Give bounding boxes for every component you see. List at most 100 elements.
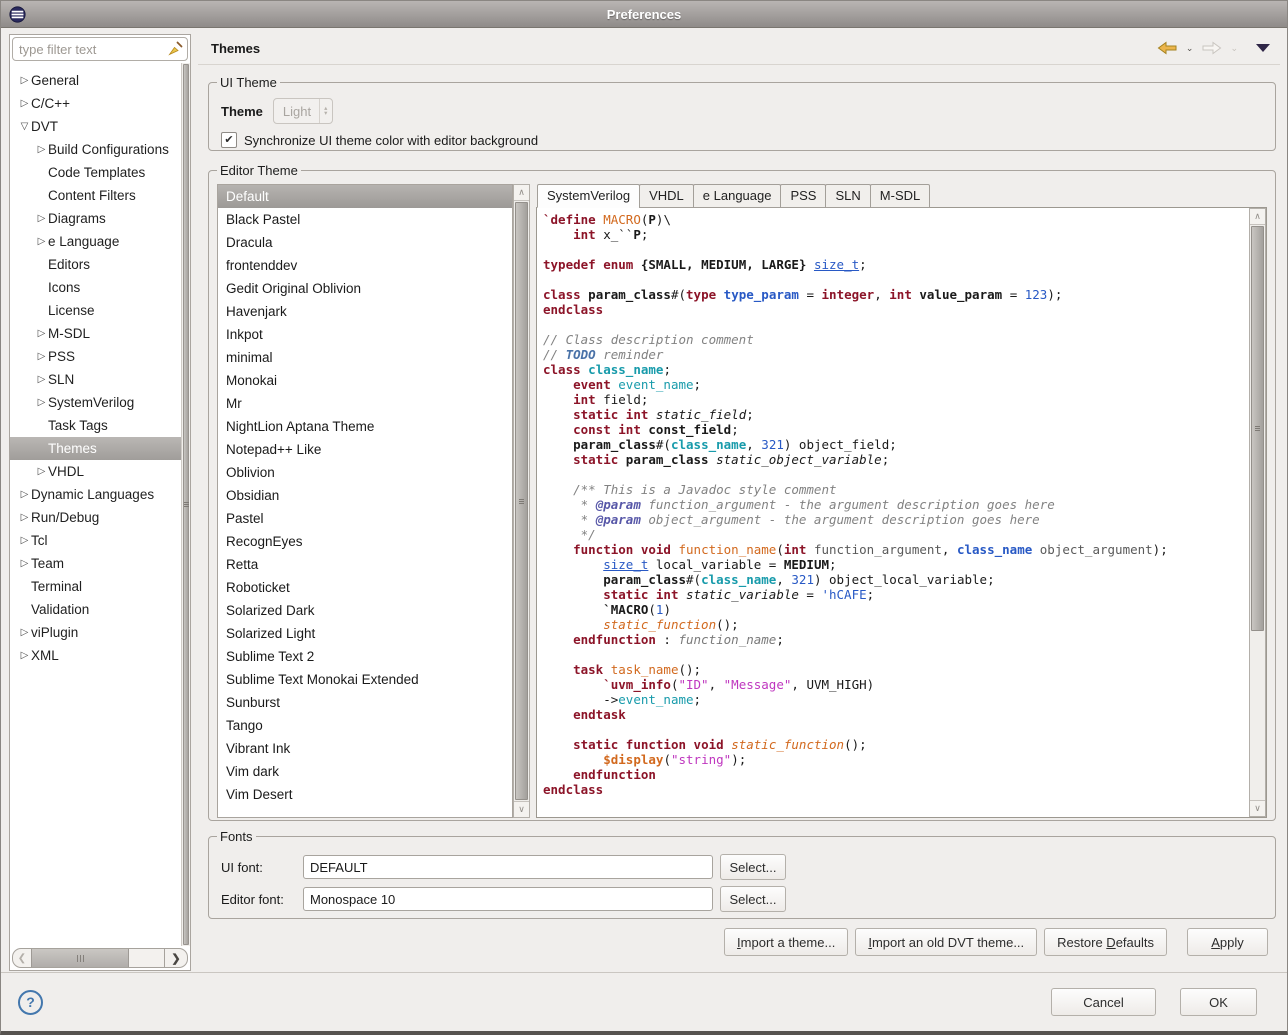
theme-list-item[interactable]: minimal [218,346,512,369]
tree-item-dvt[interactable]: ▽DVT [10,115,181,138]
tree-item-vhdl[interactable]: ▷VHDL [10,460,181,483]
theme-list-item[interactable]: frontenddev [218,254,512,277]
tree-item-e-language[interactable]: ▷e Language [10,230,181,253]
theme-list-item[interactable]: Black Pastel [218,208,512,231]
ui-font-select-button[interactable]: Select... [720,854,786,880]
tree-horizontal-scrollbar[interactable]: ❮ ❯ [12,948,188,968]
scroll-right-icon[interactable]: ❯ [164,949,187,967]
tree-vertical-scrollbar-thumb[interactable] [183,64,189,945]
clear-filter-icon[interactable] [167,41,183,57]
theme-list-item[interactable]: Gedit Original Oblivion [218,277,512,300]
tree-collapsed-icon[interactable]: ▷ [18,98,31,109]
cancel-button[interactable]: Cancel [1051,988,1156,1016]
tree-item-team[interactable]: ▷Team [10,552,181,575]
tree-item-sln[interactable]: ▷SLN [10,368,181,391]
theme-list-item[interactable]: Vim Desert [218,783,512,806]
tree-vertical-scrollbar[interactable] [181,63,190,946]
tab-e-language[interactable]: e Language [693,184,782,208]
back-history-dropdown-icon[interactable]: ⌄ [1186,44,1194,53]
tree-collapsed-icon[interactable]: ▷ [35,397,48,408]
restore-defaults-button[interactable]: Restore Defaults [1044,928,1167,956]
tree-item-dynamic-languages[interactable]: ▷Dynamic Languages [10,483,181,506]
scroll-up-icon[interactable]: ∧ [514,185,529,201]
import-old-dvt-theme-button[interactable]: Import an old DVT theme... [855,928,1037,956]
tree-item-pss[interactable]: ▷PSS [10,345,181,368]
theme-list-item[interactable]: Sunburst [218,691,512,714]
theme-list-item[interactable]: Tango [218,714,512,737]
editor-font-input[interactable] [303,887,713,911]
theme-list-item[interactable]: Inkpot [218,323,512,346]
theme-list-scrollbar[interactable]: ∧ ∨ [513,184,530,818]
tree-collapsed-icon[interactable]: ▷ [18,75,31,86]
editor-font-select-button[interactable]: Select... [720,886,786,912]
tree-item-license[interactable]: License [10,299,181,322]
tab-m-sdl[interactable]: M-SDL [870,184,930,208]
forward-history-dropdown-icon[interactable]: ⌄ [1230,44,1238,53]
help-icon[interactable]: ? [18,990,43,1015]
theme-list-item[interactable]: Pastel [218,507,512,530]
tree-item-task-tags[interactable]: Task Tags [10,414,181,437]
tab-pss[interactable]: PSS [780,184,826,208]
theme-list-scrollbar-thumb[interactable] [515,202,528,800]
tree-item-terminal[interactable]: Terminal [10,575,181,598]
tree-item-tcl[interactable]: ▷Tcl [10,529,181,552]
theme-list-item[interactable]: Solarized Light [218,622,512,645]
ui-font-input[interactable] [303,855,713,879]
tree-collapsed-icon[interactable]: ▷ [18,535,31,546]
tab-sln[interactable]: SLN [825,184,870,208]
tree-collapsed-icon[interactable]: ▷ [35,328,48,339]
theme-list-item[interactable]: Roboticket [218,576,512,599]
tree-collapsed-icon[interactable]: ▷ [18,627,31,638]
theme-list-item[interactable]: Mr [218,392,512,415]
tree-item-systemverilog[interactable]: ▷SystemVerilog [10,391,181,414]
theme-list-item[interactable]: Default [218,185,512,208]
tree-collapsed-icon[interactable]: ▷ [35,144,48,155]
code-scrollbar[interactable]: ∧ ∨ [1249,208,1266,817]
tree-item-validation[interactable]: Validation [10,598,181,621]
theme-list-item[interactable]: Retta [218,553,512,576]
tab-systemverilog[interactable]: SystemVerilog [537,184,640,208]
tree-item-diagrams[interactable]: ▷Diagrams [10,207,181,230]
sync-theme-checkbox[interactable]: ✔ [221,132,237,148]
back-icon[interactable] [1157,40,1178,56]
theme-list-item[interactable]: Oblivion [218,461,512,484]
tree-collapsed-icon[interactable]: ▷ [35,213,48,224]
tree-collapsed-icon[interactable]: ▷ [35,466,48,477]
tree-item-themes[interactable]: Themes [10,437,181,460]
theme-list-item[interactable]: Vim dark [218,760,512,783]
tree-item-m-sdl[interactable]: ▷M-SDL [10,322,181,345]
tree-item-run-debug[interactable]: ▷Run/Debug [10,506,181,529]
tree-item-content-filters[interactable]: Content Filters [10,184,181,207]
tree-collapsed-icon[interactable]: ▷ [35,236,48,247]
tree-collapsed-icon[interactable]: ▷ [18,650,31,661]
tree-item-viplugin[interactable]: ▷viPlugin [10,621,181,644]
import-theme-button[interactable]: Import a theme... [724,928,848,956]
filter-input[interactable] [17,41,167,58]
tree-horizontal-scrollbar-thumb[interactable] [31,949,129,967]
tree-item-icons[interactable]: Icons [10,276,181,299]
tree-item-code-templates[interactable]: Code Templates [10,161,181,184]
theme-list-item[interactable]: RecognEyes [218,530,512,553]
tree-item-editors[interactable]: Editors [10,253,181,276]
theme-list-item[interactable]: NightLion Aptana Theme [218,415,512,438]
tree-item-c-c-[interactable]: ▷C/C++ [10,92,181,115]
theme-list-item[interactable]: Dracula [218,231,512,254]
forward-icon[interactable] [1201,40,1222,56]
theme-list-item[interactable]: Monokai [218,369,512,392]
scroll-down-icon[interactable]: ∨ [514,801,529,817]
theme-list-item[interactable]: Obsidian [218,484,512,507]
tree-item-xml[interactable]: ▷XML [10,644,181,667]
tree-expanded-icon[interactable]: ▽ [18,121,31,132]
theme-list-item[interactable]: Vibrant Ink [218,737,512,760]
theme-list-item[interactable]: Notepad++ Like [218,438,512,461]
view-menu-icon[interactable] [1256,44,1270,52]
theme-list-item[interactable]: Sublime Text 2 [218,645,512,668]
tree-collapsed-icon[interactable]: ▷ [18,558,31,569]
apply-button[interactable]: Apply [1187,928,1268,956]
code-scrollbar-thumb[interactable] [1251,226,1264,631]
theme-select[interactable]: Light ▴▾ [273,98,333,124]
theme-list-item[interactable]: Havenjark [218,300,512,323]
tree-collapsed-icon[interactable]: ▷ [35,351,48,362]
theme-list-item[interactable]: Solarized Dark [218,599,512,622]
tree-item-build-configurations[interactable]: ▷Build Configurations [10,138,181,161]
